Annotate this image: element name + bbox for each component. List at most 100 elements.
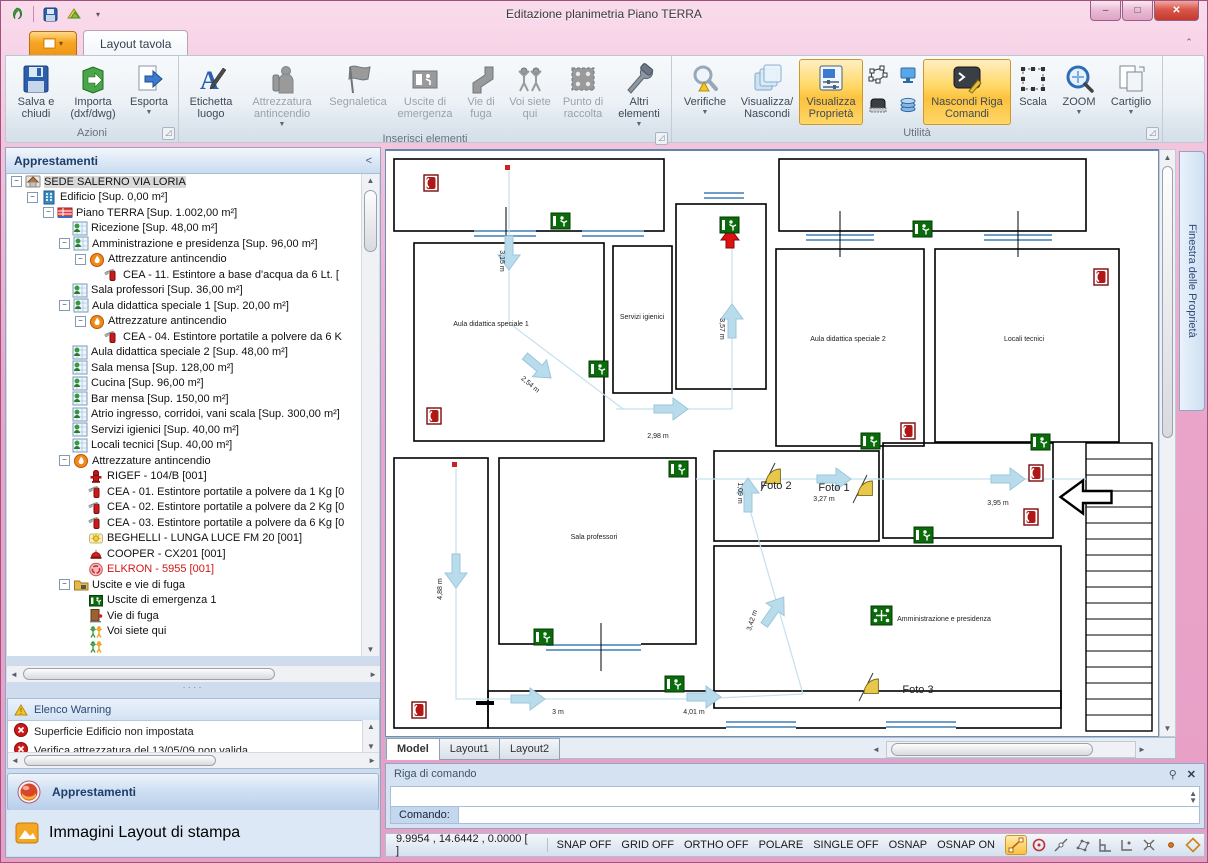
ribbon-button-visualizza-proprietà[interactable]: Visualizza Proprietà (799, 59, 863, 125)
tree-item[interactable]: Ricezione [Sup. 48,00 m²] (7, 221, 363, 237)
tree-item[interactable]: ELKRON - 5955 [001] (7, 562, 363, 578)
apprestamenti-tree[interactable]: −SEDE SALERNO VIA LORIA−Edificio [Sup. 0… (7, 174, 363, 656)
tree-expander-icon[interactable]: − (59, 579, 70, 590)
tree-item[interactable]: Sala mensa [Sup. 128,00 m²] (7, 360, 363, 376)
dialog-launcher-icon[interactable]: ◿ (655, 132, 668, 145)
status-toggle-single-off[interactable]: SINGLE OFF (808, 839, 883, 851)
ribbon-button-visualizza-nascondi[interactable]: Visualizza/ Nascondi (735, 59, 799, 125)
status-toggle-osnap[interactable]: OSNAP (884, 839, 933, 851)
tree-expander-icon[interactable]: − (27, 192, 38, 203)
canvas-vertical-scrollbar[interactable]: ▲ ▼ (1159, 149, 1176, 737)
tree-item[interactable]: BEGHELLI - LUNGA LUCE FM 20 [001] (7, 531, 363, 547)
osnap-node-icon[interactable] (1073, 836, 1093, 854)
tree-item[interactable]: COOPER - CX201 [001] (7, 546, 363, 562)
tree-item[interactable]: −Piano TERRA [Sup. 1.002,00 m²] (7, 205, 363, 221)
ribbon-button-zoom[interactable]: ZOOM▼ (1055, 59, 1103, 125)
osnap-quadrant-icon[interactable] (1183, 836, 1203, 854)
tree-item[interactable]: Bar mensa [Sup. 150,00 m²] (7, 391, 363, 407)
warning-vertical-scrollbar[interactable]: ▲ ▼ (362, 720, 379, 753)
tree-item[interactable]: Servizi igienici [Sup. 40,00 m²] (7, 422, 363, 438)
ribbon-button-salva-e-chiudi[interactable]: Salva e chiudi (9, 59, 63, 125)
tree-item[interactable]: −SEDE SALERNO VIA LORIA (7, 174, 363, 190)
tree-item[interactable]: Voi siete qui (7, 624, 363, 640)
canvas-horizontal-scrollbar[interactable] (886, 741, 1136, 758)
osnap-perpendicular-icon[interactable] (1095, 836, 1115, 854)
command-close-icon[interactable]: ✕ (1187, 768, 1196, 781)
tree-item[interactable]: CEA - 02. Estintore portatile a polvere … (7, 500, 363, 516)
application-menu-button[interactable]: ▾ (29, 31, 77, 56)
warning-horizontal-scrollbar[interactable]: ◄ ► (8, 752, 379, 768)
layout-tab-layout1[interactable]: Layout1 (439, 738, 500, 760)
tree-expander-icon[interactable]: − (75, 254, 86, 265)
ribbon-button-verifiche[interactable]: Verifiche▼ (675, 59, 735, 125)
properties-window-tab[interactable]: Finestra delle Proprietà (1179, 151, 1205, 411)
pin-icon[interactable]: ⚲ (1169, 768, 1177, 781)
osnap-intersection-icon[interactable] (1139, 836, 1159, 854)
ribbon-button-esporta[interactable]: Esporta▼ (123, 59, 175, 125)
status-toggle-snap-off[interactable]: SNAP OFF (552, 839, 617, 851)
history-down-icon[interactable]: ▼ (1189, 796, 1197, 805)
tree-item[interactable]: CEA - 04. Estintore portatile a polvere … (7, 329, 363, 345)
dialog-launcher-icon[interactable]: ◿ (162, 127, 175, 140)
tree-expander-icon[interactable]: − (11, 176, 22, 187)
warning-item[interactable]: Verifica attrezzatura del 13/05/09 non v… (8, 740, 379, 752)
tree-item[interactable]: Aula didattica speciale 2 [Sup. 48,00 m²… (7, 345, 363, 361)
ribbon-button-scala[interactable]: Scala (1011, 59, 1055, 125)
tree-item[interactable]: RIGEF - 104/B [001] (7, 469, 363, 485)
nav-section-immagini[interactable]: Immagini Layout di stampa (7, 810, 379, 856)
panel-splitter[interactable]: ···· (6, 683, 380, 697)
sidebar-collapse-icon[interactable]: < (366, 155, 372, 167)
tree-item[interactable]: Locali tecnici [Sup. 40,00 m²] (7, 438, 363, 454)
warning-list[interactable]: Superficie Edificio non impostataVerific… (8, 721, 379, 752)
command-history[interactable]: ▲ ▼ (390, 786, 1200, 808)
osnap-center-icon[interactable] (1029, 836, 1049, 854)
osnap-point-icon[interactable] (1161, 836, 1181, 854)
status-toggle-osnap-on[interactable]: OSNAP ON (932, 839, 1000, 851)
layers-small-button[interactable] (896, 95, 920, 119)
ribbon-collapse-icon[interactable]: ⌃ (1181, 37, 1197, 51)
osnap-nearest-icon[interactable] (1051, 836, 1071, 854)
tree-item[interactable]: CEA - 03. Estintore portatile a polvere … (7, 515, 363, 531)
status-toggle-grid-off[interactable]: GRID OFF (616, 839, 679, 851)
tree-item[interactable]: Sala professori [Sup. 36,00 m²] (7, 283, 363, 299)
polysel-small-button[interactable] (866, 66, 890, 90)
ribbon-button-altri-elementi[interactable]: Altri elementi▼ (610, 59, 668, 131)
tree-expander-icon[interactable]: − (59, 300, 70, 311)
maximize-button[interactable]: □ (1122, 1, 1153, 21)
status-toggle-polare[interactable]: POLARE (754, 839, 809, 851)
tabs-scroll-left-icon[interactable]: ◄ (872, 745, 880, 754)
tree-item[interactable]: Uscite di emergenza 1 (7, 593, 363, 609)
drawing-canvas[interactable]: Aula didattica speciale 1Servizi igienic… (385, 149, 1159, 737)
tree-item[interactable]: −Uscite e vie di fuga (7, 577, 363, 593)
tree-item[interactable]: −Aula didattica speciale 1 [Sup. 20,00 m… (7, 298, 363, 314)
warning-item[interactable]: Superficie Edificio non impostata (8, 721, 379, 740)
dialog-launcher-icon[interactable]: ◿ (1146, 127, 1159, 140)
close-button[interactable]: ✕ (1154, 1, 1199, 21)
tree-item[interactable]: −Attrezzature antincendio (7, 453, 363, 469)
tree-item[interactable] (7, 639, 363, 655)
tree-expander-icon[interactable]: − (43, 207, 54, 218)
layout-tab-model[interactable]: Model (386, 738, 440, 760)
tree-item[interactable]: Vie di fuga (7, 608, 363, 624)
tree-expander-icon[interactable]: − (59, 238, 70, 249)
ribbon-button-etichetta-luogo[interactable]: AEtichetta luogo (182, 59, 240, 131)
tree-item[interactable]: Cucina [Sup. 96,00 m²] (7, 376, 363, 392)
command-input[interactable] (458, 806, 1200, 824)
tree-vertical-scrollbar[interactable]: ▲ ▼ (361, 174, 379, 656)
ribbon-button-importa-dxf-dwg-[interactable]: Importa (dxf/dwg) (63, 59, 123, 125)
ribbon-button-nascondi-riga-comandi[interactable]: Nascondi Riga Comandi (923, 59, 1011, 125)
status-toggle-ortho-off[interactable]: ORTHO OFF (679, 839, 754, 851)
tree-item[interactable]: CEA - 11. Estintore a base d'acqua da 6 … (7, 267, 363, 283)
tabs-scroll-right-icon[interactable]: ► (1138, 745, 1146, 754)
tree-item[interactable]: −Attrezzature antincendio (7, 252, 363, 268)
tree-expander-icon[interactable]: − (75, 316, 86, 327)
layout-tab-layout2[interactable]: Layout2 (499, 738, 560, 760)
minimize-button[interactable]: – (1090, 1, 1121, 21)
stamp-small-button[interactable] (866, 95, 890, 119)
osnap-angle-icon[interactable] (1117, 836, 1137, 854)
tree-item[interactable]: CEA - 01. Estintore portatile a polvere … (7, 484, 363, 500)
tree-item[interactable]: −Attrezzature antincendio (7, 314, 363, 330)
tree-item[interactable]: Atrio ingresso, corridoi, vani scala [Su… (7, 407, 363, 423)
monitor-small-button[interactable] (896, 66, 920, 90)
tab-layout-tavola[interactable]: Layout tavola (83, 30, 188, 56)
